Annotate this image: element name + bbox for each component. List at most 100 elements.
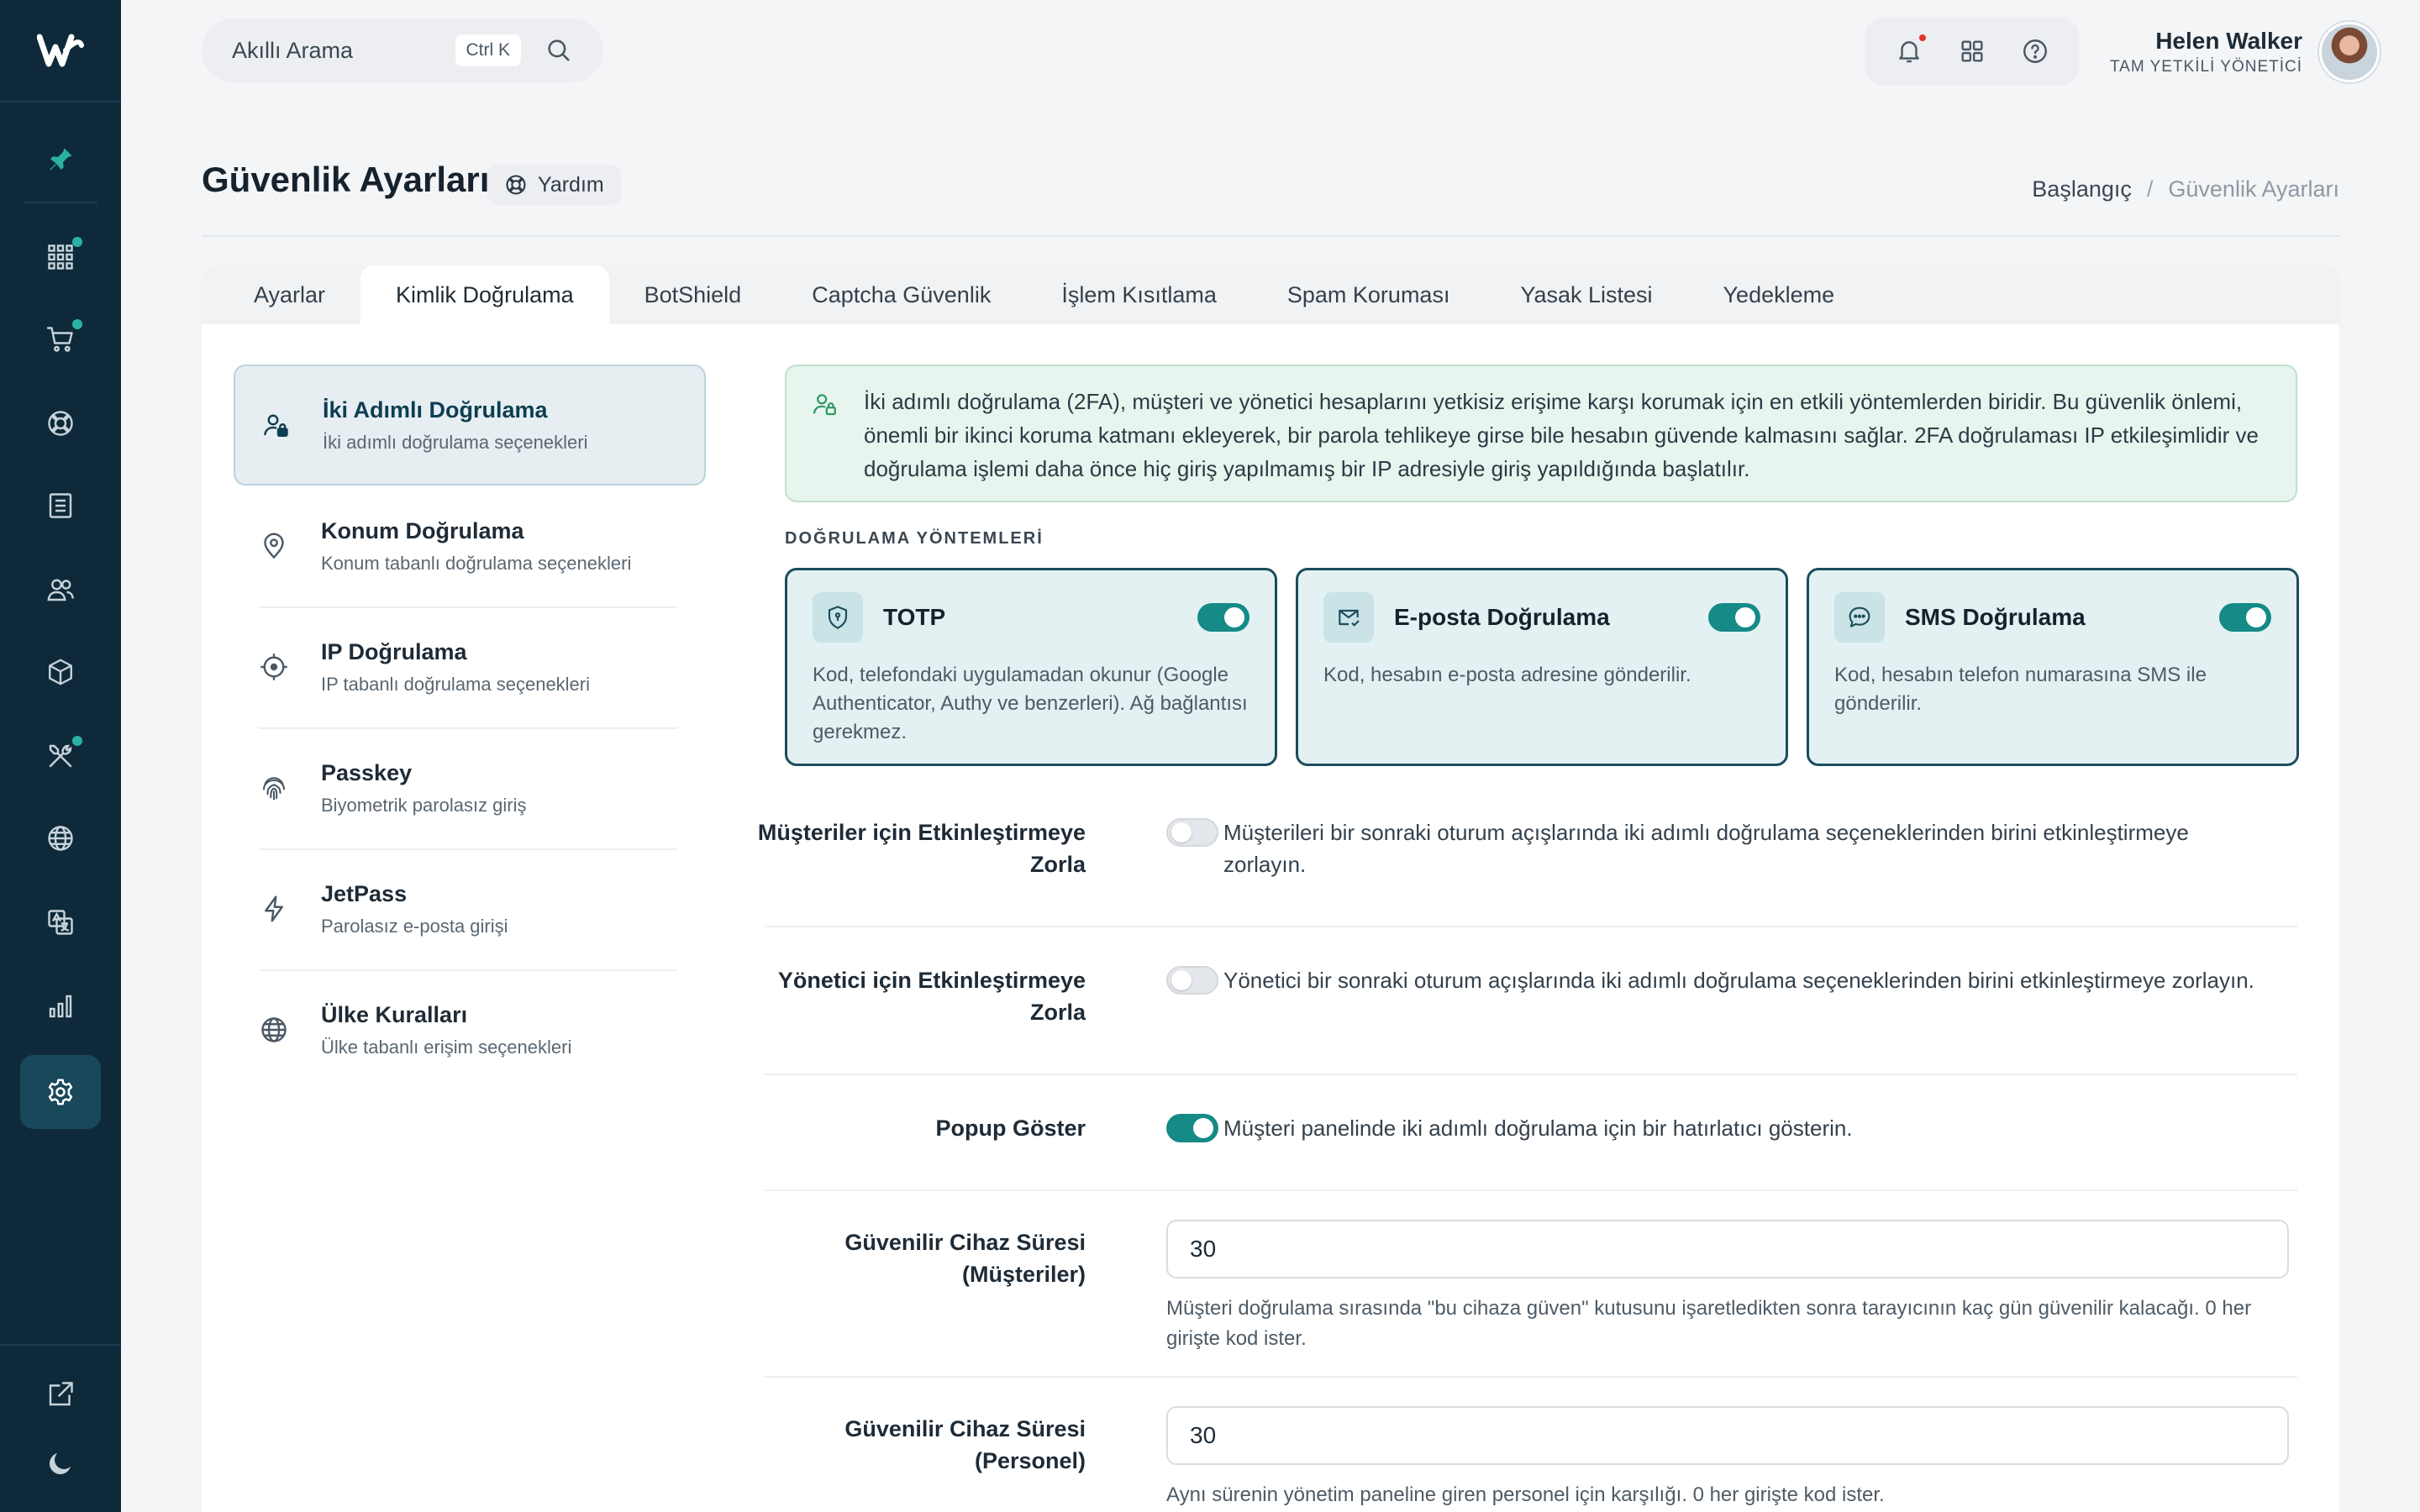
sidebar-item-support[interactable]: [20, 386, 101, 460]
user-name: Helen Walker: [2155, 28, 2302, 54]
method-card-totp[interactable]: TOTP Kod, telefondaki uygulamadan okunur…: [785, 568, 1277, 766]
method-description: Kod, hesabın telefon numarasına SMS ile …: [1834, 664, 2207, 715]
search-input[interactable]: Akıllı Arama: [232, 38, 455, 64]
auth-nav-subtitle: Ülke tabanlı erişim seçenekleri: [321, 1036, 572, 1058]
sidebar-item-open-site[interactable]: [20, 1357, 101, 1431]
tools-icon: [49, 744, 72, 768]
lifebuoy-icon: [48, 411, 73, 436]
apps-button[interactable]: [1955, 34, 1989, 68]
sidebar-item-users[interactable]: [20, 553, 101, 627]
setting-help: Aynı sürenin yönetim paneline giren pers…: [1166, 1483, 1885, 1506]
sidebar-item-dark-mode[interactable]: [20, 1426, 101, 1500]
method-description: Kod, telefondaki uygulamadan okunur (Goo…: [813, 664, 1248, 743]
gear-icon: [48, 1079, 73, 1105]
show-popup-toggle[interactable]: [1166, 1114, 1218, 1142]
lifebuoy-icon: [506, 175, 526, 195]
pin-icon: [50, 148, 72, 171]
force-customers-toggle[interactable]: [1166, 818, 1218, 847]
search-bar[interactable]: Akıllı Arama Ctrl K: [202, 18, 603, 82]
method-card-email[interactable]: E-posta Doğrulama Kod, hesabın e-posta a…: [1296, 568, 1788, 766]
method-title: SMS Doğrulama: [1905, 604, 2086, 630]
sidebar-item-reports[interactable]: [20, 969, 101, 1043]
auth-nav-item-country[interactable]: Ülke Kuralları Ülke tabanlı erişim seçen…: [234, 969, 706, 1090]
auth-nav-item-2fa[interactable]: İki Adımlı Doğrulama İki adımlı doğrulam…: [234, 365, 706, 486]
auth-nav: İki Adımlı Doğrulama İki adımlı doğrulam…: [234, 365, 706, 1090]
settings-card: Ayarlar Kimlik Doğrulama BotShield Captc…: [202, 265, 2339, 1512]
tab-botshield[interactable]: BotShield: [609, 265, 777, 324]
sidebar-item-products[interactable]: [20, 635, 101, 709]
method-card-sms[interactable]: SMS Doğrulama Kod, hesabın telefon numar…: [1807, 568, 2299, 766]
setting-help: Müşteri doğrulama sırasında "bu cihaza g…: [1166, 1297, 2252, 1350]
w-logo-icon: [37, 34, 84, 67]
apps-grid-icon: [48, 244, 73, 270]
top-actions: [1865, 17, 2079, 86]
tab-settings[interactable]: Ayarlar: [218, 265, 360, 324]
email-toggle[interactable]: [1708, 603, 1760, 632]
sidebar: [0, 0, 121, 1512]
sidebar-item-settings[interactable]: [20, 1055, 101, 1129]
trusted-staff-input[interactable]: 30: [1166, 1406, 2289, 1465]
user-role: TAM YETKİLİ YÖNETİCİ: [2109, 58, 2302, 76]
sidebar-item-cart[interactable]: [20, 302, 101, 376]
search-shortcut: Ctrl K: [455, 34, 521, 66]
tab-backup[interactable]: Yedekleme: [1688, 265, 1870, 324]
avatar[interactable]: [2319, 22, 2380, 82]
setting-description: Müşterileri bir sonraki oturum açışların…: [1223, 820, 2189, 877]
mail-check-icon: [1339, 609, 1360, 627]
sidebar-item-invoices[interactable]: [20, 469, 101, 543]
force-admin-toggle[interactable]: [1166, 966, 1218, 995]
external-link-icon: [49, 1382, 73, 1406]
auth-nav-item-ip[interactable]: IP Doğrulama IP tabanlı doğrulama seçene…: [234, 606, 706, 727]
chat-icon: [1849, 606, 1870, 627]
totp-toggle[interactable]: [1197, 603, 1249, 632]
notifications-button[interactable]: [1892, 33, 1928, 68]
bolt-icon: [265, 895, 283, 922]
trusted-customers-input[interactable]: 30: [1166, 1220, 2289, 1278]
sidebar-item-domains[interactable]: [20, 801, 101, 875]
page-title: Güvenlik Ayarları: [202, 160, 490, 199]
method-title: TOTP: [883, 604, 946, 630]
auth-nav-title: Ülke Kuralları: [321, 1001, 468, 1027]
sidebar-item-tools[interactable]: [20, 719, 101, 793]
question-circle-icon: [2023, 39, 2048, 63]
auth-nav-title: İki Adımlı Doğrulama: [323, 396, 548, 423]
breadcrumb-separator: /: [2146, 176, 2154, 202]
user-menu[interactable]: Helen Walker TAM YETKİLİ YÖNETİCİ: [2110, 22, 2380, 82]
bar-chart-icon: [49, 995, 72, 1018]
tab-captcha[interactable]: Captcha Güvenlik: [776, 265, 1026, 324]
setting-label: Güvenilir Cihaz Süresi (Müşteriler): [844, 1230, 1086, 1287]
location-pin-icon: [264, 533, 284, 559]
search-icon[interactable]: [544, 36, 573, 65]
setting-description: Yönetici bir sonraki oturum açışlarında …: [1223, 968, 2254, 993]
auth-nav-title: IP Doğrulama: [321, 638, 467, 664]
setting-label: Popup Göster: [935, 1116, 1086, 1141]
info-text: İki adımlı doğrulama (2FA), müşteri ve y…: [864, 389, 2259, 481]
method-description: Kod, hesabın e-posta adresine gönderilir…: [1323, 664, 1691, 686]
tab-rate-limit[interactable]: İşlem Kısıtlama: [1026, 265, 1252, 324]
globe-icon: [261, 1017, 287, 1042]
grid-icon: [1961, 40, 1983, 62]
setting-description: Müşteri panelinde iki adımlı doğrulama i…: [1223, 1116, 1853, 1141]
tab-ban-list[interactable]: Yasak Listesi: [1485, 265, 1687, 324]
logo[interactable]: [0, 0, 121, 102]
auth-nav-item-location[interactable]: Konum Doğrulama Konum tabanlı doğrulama …: [234, 486, 706, 606]
sidebar-item-pin[interactable]: [20, 123, 101, 197]
users-icon: [47, 579, 74, 601]
shield-icon: [828, 606, 848, 629]
sidebar-item-apps[interactable]: [20, 220, 101, 294]
auth-nav-subtitle: Parolasız e-posta girişi: [321, 915, 508, 937]
breadcrumb-home[interactable]: Başlangıç: [2032, 176, 2132, 202]
help-label: Yardım: [538, 172, 604, 197]
moon-icon: [49, 1453, 71, 1475]
tab-authentication[interactable]: Kimlik Doğrulama: [360, 265, 609, 324]
tab-spam-protection[interactable]: Spam Koruması: [1252, 265, 1486, 324]
help-pill-button[interactable]: Yardım: [487, 165, 621, 205]
sms-toggle[interactable]: [2219, 603, 2271, 632]
auth-nav-subtitle: İki adımlı doğrulama seçenekleri: [323, 431, 588, 453]
breadcrumb: Başlangıç / Güvenlik Ayarları: [2032, 176, 2339, 202]
sidebar-item-languages[interactable]: [20, 885, 101, 959]
help-button[interactable]: [2018, 34, 2052, 68]
auth-nav-item-passkey[interactable]: Passkey Biyometrik parolasız giriş: [234, 727, 706, 848]
auth-nav-item-jetpass[interactable]: JetPass Parolasız e-posta girişi: [234, 848, 706, 969]
auth-nav-subtitle: Biyometrik parolasız giriş: [321, 794, 527, 816]
